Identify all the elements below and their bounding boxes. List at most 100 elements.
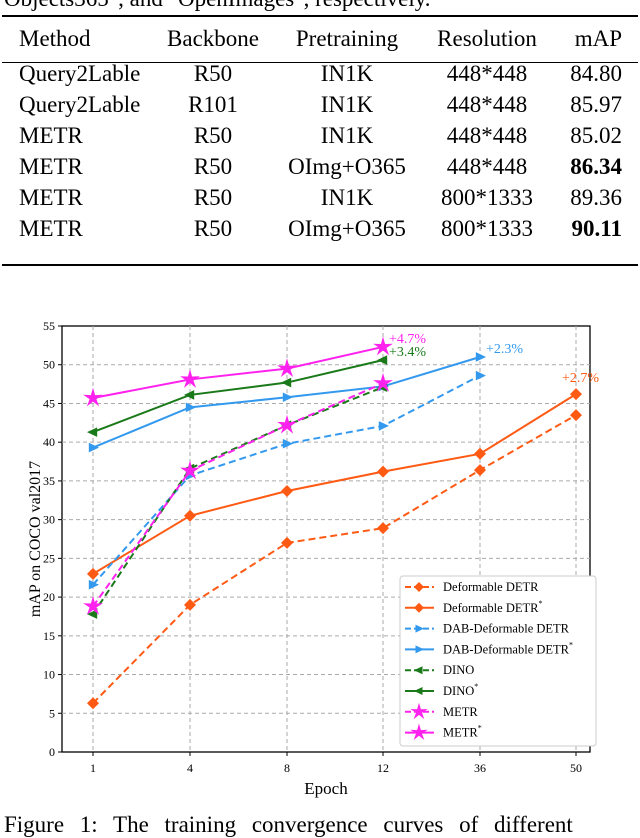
legend-label: DINO	[443, 663, 474, 677]
table-row: METR R50 IN1K 448*448 85.02	[0, 120, 640, 151]
header-map: mAP	[574, 26, 622, 51]
table-header-row: Method Backbone Pretraining Resolution m…	[0, 20, 640, 58]
legend-superscript: *	[569, 640, 573, 649]
cell-pretraining: IN1K	[320, 91, 374, 117]
legend: Deformable DETRDeformable DETR* DAB-Defor…	[399, 575, 597, 747]
data-point	[277, 414, 297, 434]
data-point	[377, 355, 388, 365]
y-tick-label: 20	[43, 590, 55, 604]
results-table: Method Backbone Pretraining Resolution m…	[0, 20, 640, 244]
data-point	[475, 370, 486, 381]
data-point	[281, 377, 292, 388]
gain-annotation: +2.3%	[486, 342, 523, 357]
y-tick-label: 35	[43, 474, 55, 488]
cell-resolution: 448*448	[446, 91, 528, 117]
data-point	[88, 579, 99, 590]
data-point	[184, 509, 196, 522]
cell-resolution: 448*448	[446, 153, 528, 179]
header-backbone: Backbone	[167, 26, 259, 51]
series-line	[92, 386, 384, 615]
cell-pretraining: IN1K	[320, 184, 374, 210]
table-row: Query2Lable R101 IN1K 448*448 85.97	[0, 89, 640, 120]
cell-map: 90.11	[571, 215, 622, 241]
cell-resolution: 448*448	[446, 122, 528, 148]
legend-name: DINO	[443, 663, 474, 677]
series-line	[92, 359, 384, 434]
legend-superscript: *	[478, 724, 482, 733]
y-axis-label: mAP on COCO val2017	[27, 461, 44, 617]
y-tick-label: 15	[43, 629, 55, 643]
figure-caption: Figure 1: The training convergence curve…	[4, 812, 573, 837]
y-tick-label: 45	[43, 396, 55, 410]
x-axis-label: Epoch	[304, 779, 348, 798]
legend-label: DINO*	[443, 682, 478, 698]
legend-label: DAB-Deformable DETR*	[443, 640, 573, 656]
cell-map: 86.34	[570, 153, 622, 179]
x-tick-label: 4	[187, 761, 193, 775]
legend-label: Deformable DETR*	[443, 599, 542, 615]
convergence-chart: 0 5 10 15 20 25 30 35 40 45 50 55 1 4 8 12 36 50 Epoch mAP …	[27, 319, 599, 798]
preceding-text: Objects365", and "OpenImages", respectiv…	[4, 0, 431, 12]
legend-superscript: *	[538, 599, 542, 608]
series-7	[83, 336, 393, 407]
cell-resolution: 800*1333	[441, 215, 533, 241]
cell-map: 89.36	[570, 184, 622, 210]
cell-backbone: R50	[193, 215, 233, 241]
legend-name: DAB-Deformable DETR	[443, 622, 570, 636]
y-tick-label: 40	[43, 435, 55, 449]
y-tick-label: 0	[49, 745, 55, 759]
y-tick-label: 5	[49, 706, 55, 720]
legend-name: METR	[443, 726, 478, 740]
legend-name: DINO	[443, 684, 474, 698]
data-point	[282, 438, 293, 449]
cell-method: METR	[19, 122, 83, 148]
table-row: METR R50 IN1K 800*1333 89.36	[0, 182, 640, 213]
data-point	[281, 484, 293, 497]
cell-map: 85.02	[570, 122, 622, 148]
cell-backbone: R50	[193, 184, 233, 210]
data-point	[377, 465, 389, 478]
legend-label: DAB-Deformable DETR	[443, 622, 570, 636]
gain-annotation: +3.4%	[389, 345, 426, 360]
header-method: Method	[19, 26, 91, 51]
data-point	[281, 536, 293, 549]
y-tick-label: 25	[43, 551, 55, 565]
data-point	[87, 427, 98, 437]
data-point	[378, 421, 389, 431]
cell-map: 85.97	[570, 91, 622, 117]
cell-backbone: R101	[188, 91, 238, 117]
legend-label: METR	[443, 705, 478, 719]
header-resolution: Resolution	[437, 26, 537, 51]
y-tick-label: 50	[43, 358, 55, 372]
cell-pretraining: OImg+O365	[288, 153, 406, 179]
cell-method: METR	[19, 215, 83, 241]
x-tick-label: 8	[284, 761, 290, 775]
x-tick-label: 12	[377, 761, 389, 775]
series-5	[87, 355, 388, 437]
data-point	[88, 442, 99, 453]
x-tick-label: 1	[90, 761, 96, 775]
cell-pretraining: IN1K	[320, 122, 374, 148]
cell-method: METR	[19, 184, 83, 210]
y-tick-label: 10	[43, 668, 55, 682]
data-point	[377, 522, 389, 535]
cell-method: Query2Lable	[19, 91, 141, 117]
table-top-rule	[2, 15, 638, 17]
legend-name: METR	[443, 705, 478, 719]
cell-resolution: 800*1333	[441, 184, 533, 210]
table-mid-rule	[2, 62, 638, 63]
series-line	[92, 382, 384, 607]
header-pretraining: Pretraining	[295, 26, 399, 51]
data-point	[474, 464, 486, 477]
data-point	[184, 390, 195, 400]
table-bottom-rule	[2, 264, 638, 266]
data-point	[282, 392, 293, 403]
y-tick-label: 55	[43, 319, 55, 333]
data-point	[474, 447, 486, 460]
legend-name: Deformable DETR	[443, 601, 539, 615]
series-6	[83, 372, 393, 615]
x-tick-label: 50	[570, 761, 582, 775]
series-line	[92, 393, 577, 575]
legend-name: DAB-Deformable DETR	[443, 642, 570, 656]
cell-backbone: R50	[193, 122, 233, 148]
